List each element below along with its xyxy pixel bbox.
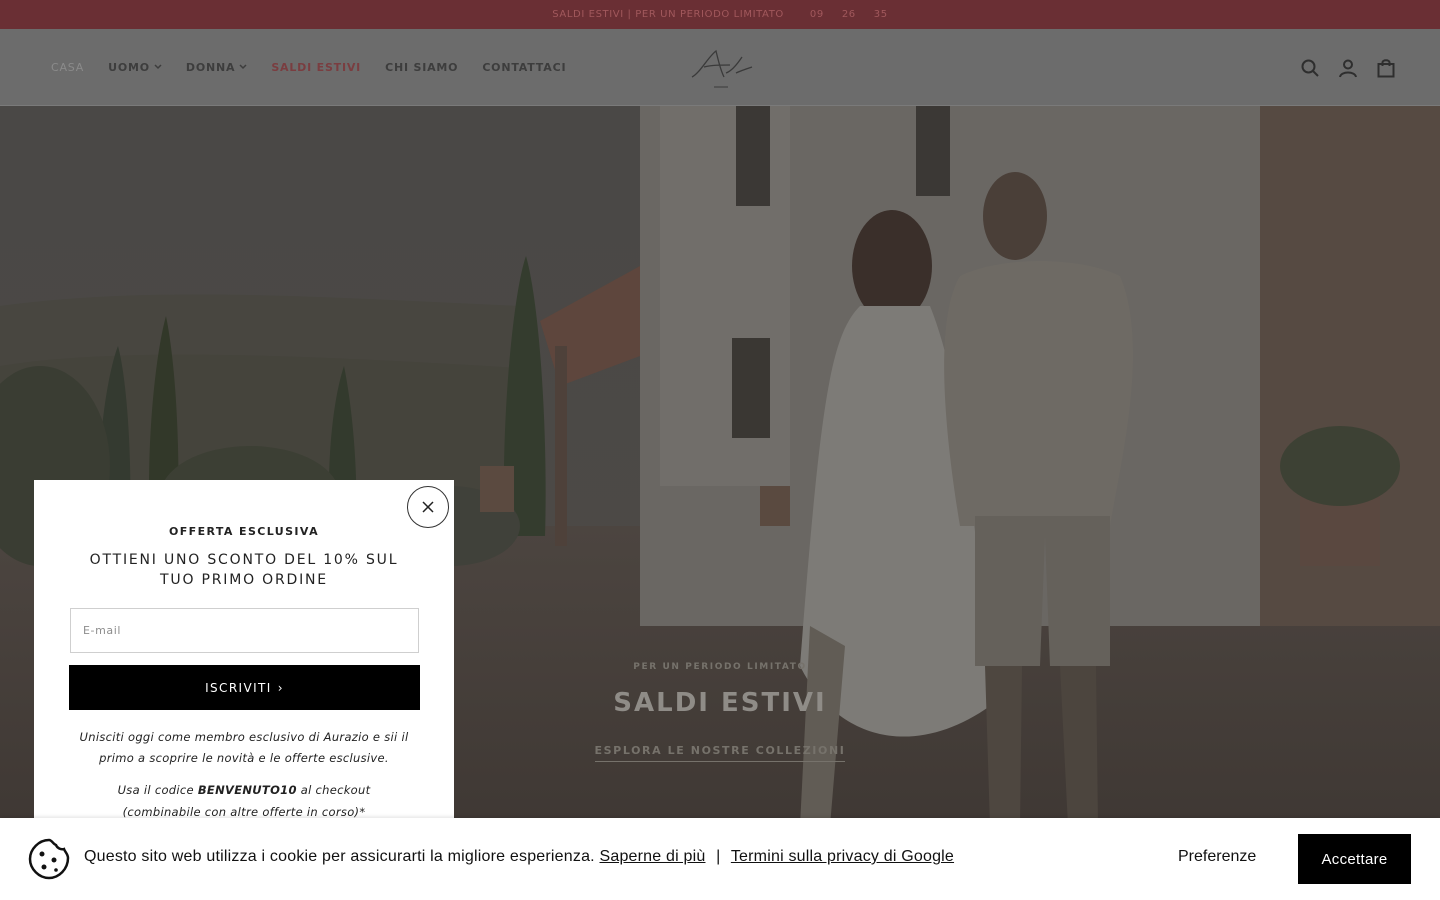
search-icon[interactable] <box>1300 58 1320 78</box>
countdown-seconds: 35 <box>873 9 888 20</box>
link-separator: | <box>716 848 721 865</box>
main-nav: CASA UOMO DONNA SALDI ESTIVI CHI SIAMO C… <box>51 29 566 106</box>
cookie-message-text: Questo sito web utilizza i cookie per as… <box>84 848 595 865</box>
nav-item-label: CHI SIAMO <box>385 61 459 74</box>
cookie-icon <box>28 838 70 880</box>
cookie-message: Questo sito web utilizza i cookie per as… <box>84 848 954 866</box>
popup-headline: OTTIENI UNO SCONTO DEL 10% SUL TUO PRIMO… <box>89 552 399 588</box>
preferences-button[interactable]: Preferenze <box>1178 848 1256 866</box>
subscribe-button[interactable]: ISCRIVITI › <box>69 665 420 710</box>
close-icon[interactable] <box>407 486 449 528</box>
code-note: (combinabile con altre offerte in corso)… <box>122 805 366 819</box>
account-icon[interactable] <box>1338 58 1358 78</box>
nav-item-label: SALDI ESTIVI <box>271 61 362 74</box>
nav-item-donna[interactable]: DONNA <box>186 61 247 74</box>
nav-item-casa[interactable]: CASA <box>51 61 84 74</box>
site-header: CASA UOMO DONNA SALDI ESTIVI CHI SIAMO C… <box>0 29 1440 106</box>
explore-collections-link[interactable]: ESPLORA LE NOSTRE COLLEZIONI <box>594 744 846 762</box>
chevron-down-icon <box>239 63 247 73</box>
popup-code-text: Usa il codice BENVENUTO10 al checkout (c… <box>68 779 420 823</box>
nav-item-contattaci[interactable]: CONTATTACI <box>482 61 566 74</box>
email-field[interactable] <box>70 608 419 653</box>
nav-item-chi-siamo[interactable]: CHI SIAMO <box>385 61 458 74</box>
chevron-right-icon: › <box>277 680 284 695</box>
brand-logo[interactable] <box>686 43 756 93</box>
announcement-text: SALDI ESTIVI | PER UN PERIODO LIMITATO <box>552 9 784 20</box>
cookie-banner: Questo sito web utilizza i cookie per as… <box>0 818 1440 900</box>
nav-item-saldi-estivi[interactable]: SALDI ESTIVI <box>271 61 361 74</box>
code-suffix: al checkout <box>300 783 371 797</box>
countdown-hours: 09 <box>809 9 824 20</box>
cart-icon[interactable] <box>1376 58 1396 78</box>
nav-item-label: UOMO <box>108 61 150 74</box>
header-icons <box>1300 29 1396 106</box>
nav-item-label: CASA <box>51 61 85 74</box>
hero-caption: PER UN PERIODO LIMITATO SALDI ESTIVI ESP… <box>520 662 920 762</box>
hero-subtitle: PER UN PERIODO LIMITATO <box>633 662 807 672</box>
nav-item-label: DONNA <box>185 61 236 74</box>
nav-item-label: CONTATTACI <box>482 61 567 74</box>
announcement-bar: SALDI ESTIVI | PER UN PERIODO LIMITATO 0… <box>0 0 1440 29</box>
nav-item-uomo[interactable]: UOMO <box>108 61 162 74</box>
popup-eyebrow: OFFERTA ESCLUSIVA <box>168 525 319 538</box>
newsletter-popup: OFFERTA ESCLUSIVA OTTIENI UNO SCONTO DEL… <box>34 480 454 820</box>
google-privacy-link[interactable]: Termini sulla privacy di Google <box>731 848 954 865</box>
code-prefix: Usa il codice <box>117 783 194 797</box>
chevron-down-icon <box>154 63 162 73</box>
hero-title: SALDI ESTIVI <box>613 688 827 718</box>
subscribe-button-label: ISCRIVITI <box>205 680 272 695</box>
learn-more-link[interactable]: Saperne di più <box>599 848 705 865</box>
accept-button[interactable]: Accettare <box>1298 834 1411 884</box>
countdown-minutes: 26 <box>841 9 856 20</box>
discount-code: BENVENUTO10 <box>197 783 297 797</box>
popup-description: Unisciti oggi come membro esclusivo di A… <box>79 730 409 765</box>
